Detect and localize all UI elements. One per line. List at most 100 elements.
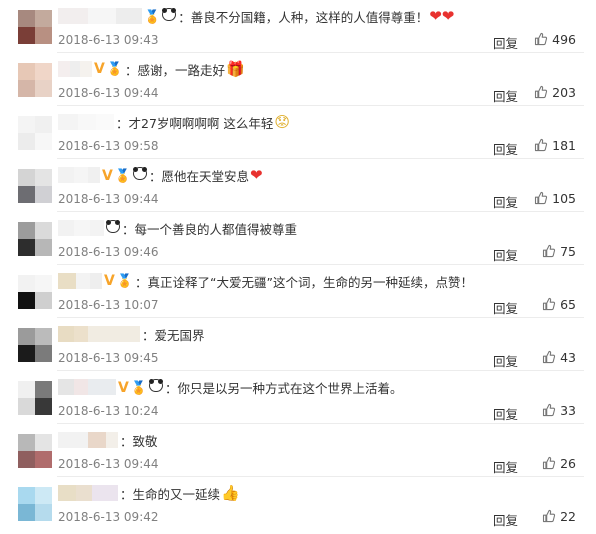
avatar[interactable] (18, 169, 52, 203)
member-badge-icon: 🏅 (144, 9, 161, 25)
user-badges: V 🏅 (116, 378, 164, 396)
comment-text: ：感谢，一路走好 (125, 62, 226, 78)
like-count: 203 (552, 84, 576, 100)
username[interactable] (58, 379, 116, 395)
reply-button[interactable]: 回复 (493, 298, 518, 317)
comment-timestamp: 2018-6-13 09:42 (58, 510, 159, 524)
thumbs-up-icon (543, 244, 556, 258)
reply-button[interactable]: 回复 (493, 192, 518, 211)
verified-v-icon: V (104, 273, 115, 289)
reply-button[interactable]: 回复 (493, 404, 518, 423)
like-button[interactable]: 65 (520, 296, 576, 312)
like-button[interactable]: 33 (520, 402, 576, 418)
avatar[interactable] (18, 275, 52, 309)
thumbs-up-icon (543, 297, 556, 311)
avatar[interactable] (18, 63, 52, 97)
comment-timestamp: 2018-6-13 09:45 (58, 351, 159, 365)
like-count: 43 (560, 349, 576, 365)
comment-text: ：每一个善良的人都值得被尊重 (122, 221, 298, 237)
username[interactable] (58, 220, 104, 236)
like-button[interactable]: 203 (520, 84, 576, 100)
comment-text: ：善良不分国籍，人种，这样的人值得尊重！ (178, 9, 429, 25)
like-button[interactable]: 181 (520, 137, 576, 153)
comment-item: ：致敬 2018-6-13 09:44 回复 26 (0, 424, 596, 477)
like-button[interactable]: 75 (520, 243, 576, 259)
comment-item: ：生命的又一延续 👍 2018-6-13 09:42 回复 22 (0, 477, 596, 530)
comment-text: ：才27岁啊啊啊啊 这么年轻 (116, 115, 274, 131)
reply-button[interactable]: 回复 (493, 351, 518, 370)
reply-button[interactable]: 回复 (493, 86, 518, 105)
like-count: 33 (560, 402, 576, 418)
reply-button[interactable]: 回复 (493, 510, 518, 529)
username[interactable] (58, 485, 118, 501)
reply-button[interactable]: 回复 (493, 139, 518, 158)
comment-timestamp: 2018-6-13 09:44 (58, 86, 159, 100)
thumbs-up-icon (543, 456, 556, 470)
avatar[interactable] (18, 434, 52, 468)
username[interactable] (58, 432, 118, 448)
member-badge-icon: 🏅 (116, 274, 134, 289)
emoji-icon: ❤ (250, 166, 263, 184)
verified-v-icon: V (102, 167, 113, 184)
comment-timestamp: 2018-6-13 10:07 (58, 298, 159, 312)
comment-timestamp: 2018-6-13 09:43 (58, 33, 159, 47)
comment-text: ：致敬 (120, 433, 158, 449)
username[interactable] (58, 114, 114, 130)
comment-timestamp: 2018-6-13 09:46 (58, 245, 159, 259)
reply-button[interactable]: 回复 (493, 457, 518, 476)
user-badges: V 🏅 (102, 273, 133, 289)
user-badges: V 🏅 (100, 166, 148, 184)
username[interactable] (58, 273, 102, 289)
panda-badge-icon (133, 166, 148, 180)
thumbs-up-icon (535, 138, 548, 152)
comment-item: V 🏅 ：愿他在天堂安息 ❤ 2018-6-13 09:44 回复 105 (0, 159, 596, 212)
reply-button[interactable]: 回复 (493, 245, 518, 264)
comment-timestamp: 2018-6-13 09:44 (58, 192, 159, 206)
username[interactable] (58, 326, 140, 342)
like-button[interactable]: 43 (520, 349, 576, 365)
like-button[interactable]: 496 (520, 31, 576, 47)
comment-text: ：愿他在天堂安息 (149, 168, 250, 184)
avatar[interactable] (18, 116, 52, 150)
comment-item: V 🏅 ：感谢，一路走好 🎁 2018-6-13 09:44 回复 203 (0, 53, 596, 106)
emoji-icon: 👍 (221, 484, 240, 502)
comment-text: ：你只是以另一种方式在这个世界上活着。 (165, 380, 403, 396)
comment-text: ：真正诠释了“大爱无疆”这个词，生命的另一种延续，点赞！ (135, 274, 473, 290)
reply-button[interactable]: 回复 (493, 33, 518, 52)
panda-badge-icon (106, 220, 120, 233)
thumbs-up-icon (543, 350, 556, 364)
username[interactable] (58, 61, 92, 77)
username[interactable] (58, 167, 100, 183)
like-button[interactable]: 22 (520, 508, 576, 524)
comment-item: V 🏅 ：你只是以另一种方式在这个世界上活着。 2018-6-13 10:24 回… (0, 371, 596, 424)
like-count: 22 (560, 508, 576, 524)
verified-v-icon: V (118, 379, 129, 396)
like-count: 26 (560, 455, 576, 471)
member-badge-icon: 🏅 (106, 62, 124, 77)
thumbs-up-icon (535, 32, 548, 46)
emoji-icon: ❤❤ (429, 7, 455, 25)
like-button[interactable]: 105 (520, 190, 576, 206)
member-badge-icon: 🏅 (130, 380, 148, 396)
like-count: 181 (552, 137, 576, 153)
comment-item: ：每一个善良的人都值得被尊重 2018-6-13 09:46 回复 75 (0, 212, 596, 265)
emoji-icon: 😟 (274, 113, 291, 131)
comment-item: ：才27岁啊啊啊啊 这么年轻 😟 2018-6-13 09:58 回复 181 (0, 106, 596, 159)
avatar[interactable] (18, 328, 52, 362)
panda-badge-icon (162, 7, 177, 21)
like-button[interactable]: 26 (520, 455, 576, 471)
comment-timestamp: 2018-6-13 10:24 (58, 404, 159, 418)
avatar[interactable] (18, 487, 52, 521)
comment-item: V 🏅 ：真正诠释了“大爱无疆”这个词，生命的另一种延续，点赞！ 2018-6-1… (0, 265, 596, 318)
emoji-icon: 🎁 (226, 60, 245, 78)
avatar[interactable] (18, 381, 52, 415)
verified-v-icon: V (94, 61, 105, 77)
username[interactable] (58, 8, 142, 24)
avatar[interactable] (18, 10, 52, 44)
comment-text: ：生命的又一延续 (120, 486, 221, 502)
comment-item: 🏅 ：善良不分国籍，人种，这样的人值得尊重！ ❤❤ 2018-6-13 09:4… (0, 0, 596, 53)
like-count: 105 (552, 190, 576, 206)
avatar[interactable] (18, 222, 52, 256)
member-badge-icon: 🏅 (114, 168, 132, 184)
comment-timestamp: 2018-6-13 09:44 (58, 457, 159, 471)
